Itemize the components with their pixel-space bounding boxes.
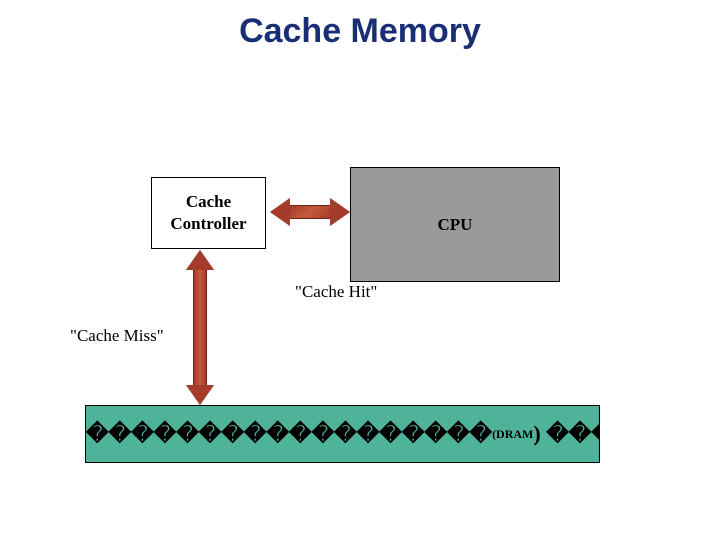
- node-cpu-label: CPU: [438, 215, 473, 235]
- node-cpu: CPU: [350, 167, 560, 282]
- label-cache-miss: "Cache Miss": [70, 326, 164, 346]
- node-dram-suffix: ) ����: [533, 421, 600, 446]
- node-dram-prefix: ������������������: [86, 421, 492, 446]
- node-dram: ������������������(DRAM) ����: [85, 405, 600, 463]
- node-dram-mid: (DRAM: [492, 427, 533, 441]
- page-title: Cache Memory: [0, 12, 720, 51]
- node-cache-controller-line1: Cache: [186, 191, 231, 213]
- node-cache-controller-line2: Controller: [170, 213, 246, 235]
- label-cache-hit: "Cache Hit": [295, 282, 377, 302]
- node-cache-controller: Cache Controller: [151, 177, 266, 249]
